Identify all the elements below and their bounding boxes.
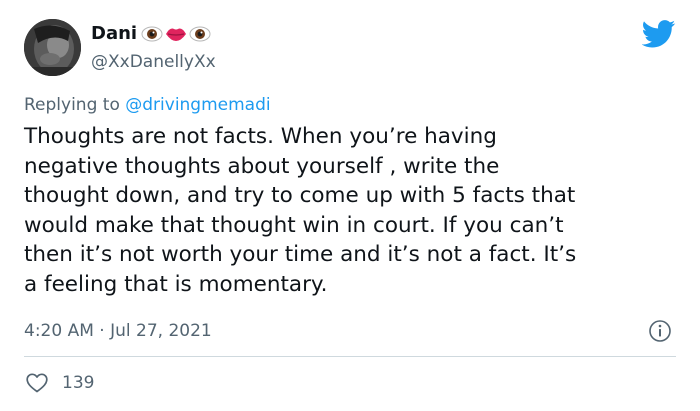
like-count: 139 <box>62 373 95 393</box>
tweet-text-line: then it’s not worth your time and it’s n… <box>24 242 577 267</box>
replying-prefix: Replying to <box>24 95 126 115</box>
avatar[interactable] <box>24 19 81 76</box>
tweet-timestamp[interactable]: 4:20 AM · Jul 27, 2021 <box>24 320 212 342</box>
tweet-text-line: a feeling that is momentary. <box>24 271 328 297</box>
name-emojis <box>141 25 211 43</box>
avatar-photo <box>24 19 81 76</box>
reply-mention-link[interactable]: @drivingmemadi <box>125 95 270 115</box>
tweet-text-line: Thoughts are not facts. When you’re havi… <box>24 124 497 149</box>
tweet-card: Dani @XxDanellyXx Replying to @drivingme… <box>0 0 700 411</box>
eye-emoji-icon <box>189 26 211 42</box>
author-name-row[interactable]: Dani <box>91 22 211 46</box>
info-icon[interactable] <box>648 319 672 343</box>
like-action[interactable]: 139 <box>24 370 94 396</box>
eye-emoji-icon <box>141 26 163 42</box>
tweet-date[interactable]: Jul 27, 2021 <box>110 321 212 341</box>
divider <box>24 356 676 357</box>
lips-emoji-icon <box>166 28 187 41</box>
tweet-time[interactable]: 4:20 AM <box>24 321 94 341</box>
heart-icon[interactable] <box>24 371 50 395</box>
replying-to: Replying to @drivingmemadi <box>24 94 271 116</box>
display-name[interactable]: Dani <box>91 23 137 45</box>
author-handle[interactable]: @XxDanellyXx <box>91 51 216 73</box>
twitter-bird-icon[interactable] <box>642 20 676 48</box>
tweet-text-line: would make that thought win in court. If… <box>24 212 564 238</box>
timestamp-separator: · <box>93 321 111 341</box>
tweet-text-line: negative thoughts about yourself , write… <box>24 153 500 179</box>
tweet-text-line: thought down, and try to come up with 5 … <box>24 183 576 208</box>
tweet-text: Thoughts are not facts. When you’re havi… <box>24 122 684 299</box>
